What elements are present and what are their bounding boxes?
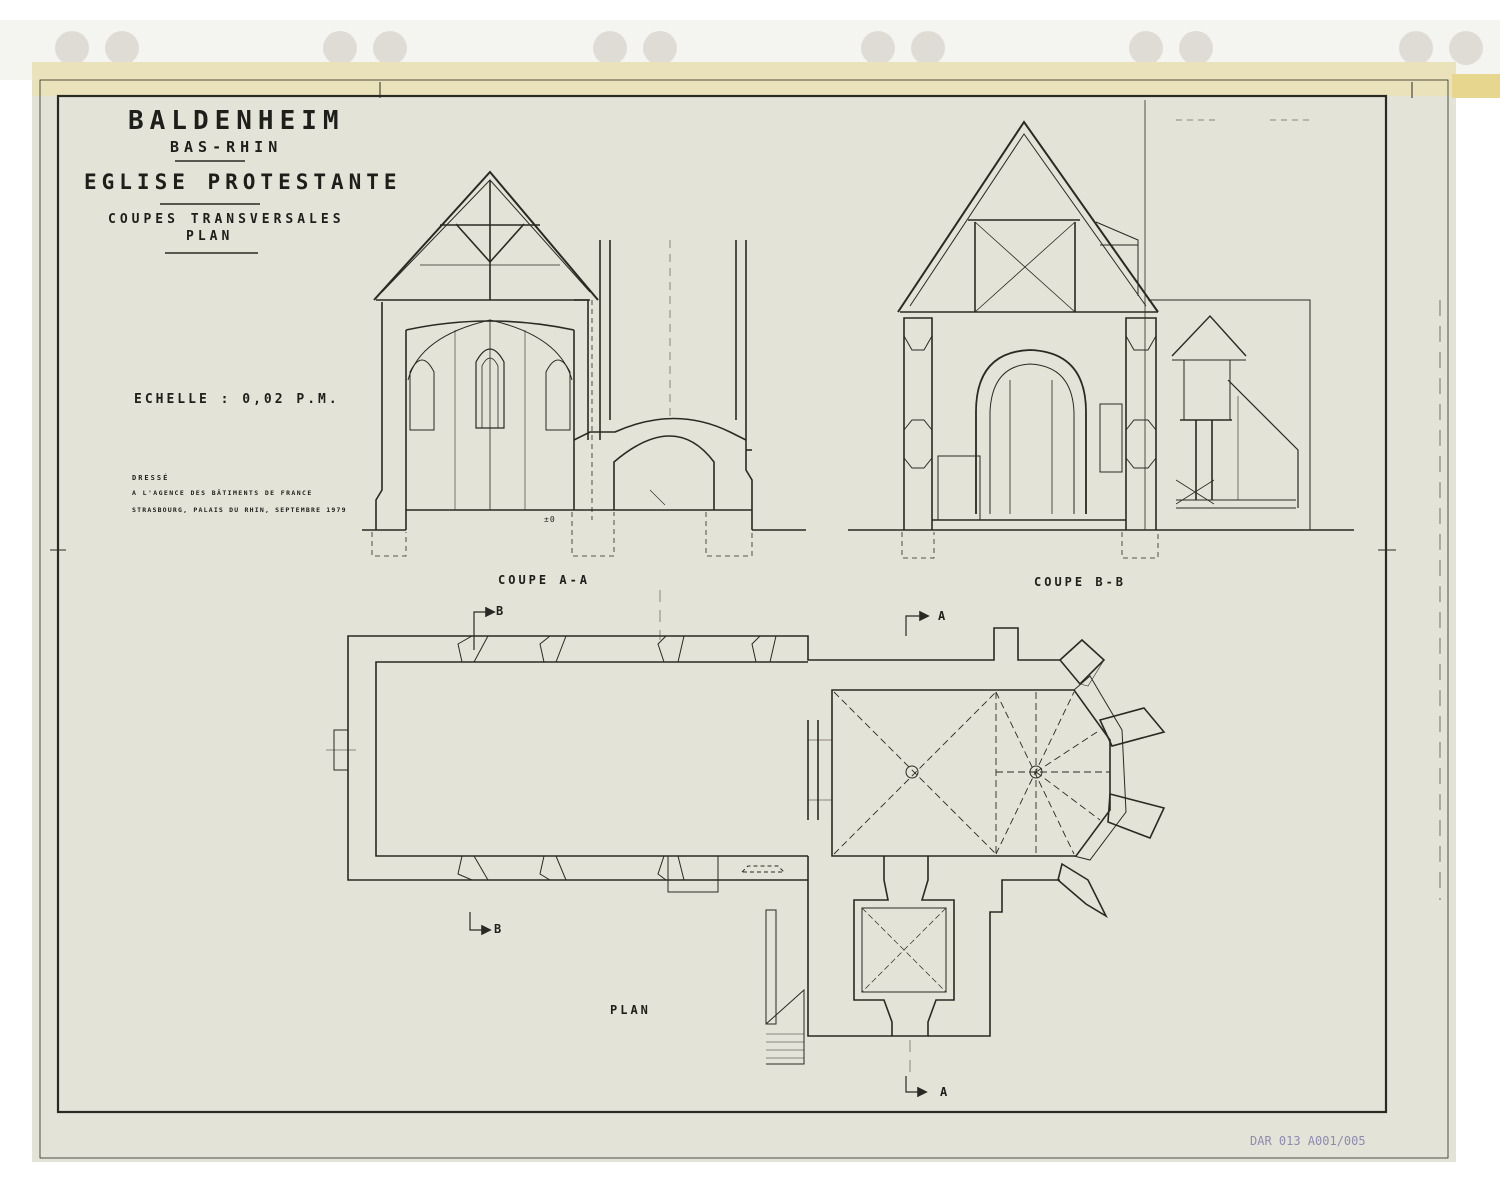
cut-marker-b-bottom: B: [494, 922, 505, 936]
credits-line-3: STRASBOURG, PALAIS DU RHIN, SEPTEMBRE 19…: [132, 506, 347, 514]
tape-strip: [32, 62, 1456, 96]
cut-marker-a-bottom: A: [940, 1085, 951, 1099]
scale-label: ECHELLE : 0,02 P.M.: [134, 392, 340, 407]
building-title: EGLISE PROTESTANTE: [84, 170, 402, 194]
section-aa-label: COUPE A-A: [498, 573, 591, 587]
tape-edge: [1452, 74, 1500, 98]
plan-label: PLAN: [610, 1003, 651, 1017]
subject-label: COUPES TRANSVERSALES: [108, 212, 345, 227]
town-title: BALDENHEIM: [128, 106, 345, 136]
level-mark: ±0: [544, 515, 556, 524]
subject-plan-label: PLAN: [186, 229, 234, 244]
archive-reference: DAR 013 A001/005: [1250, 1134, 1366, 1148]
cut-marker-b-top: B: [496, 604, 507, 618]
credits-line-1: DRESSÉ: [132, 474, 170, 482]
paper: [32, 62, 1456, 1162]
section-bb-label: COUPE B-B: [1034, 575, 1127, 589]
cut-marker-a-top: A: [938, 609, 949, 623]
drawing-sheet: BALDENHEIM BAS-RHIN EGLISE PROTESTANTE C…: [0, 0, 1500, 1176]
department-label: BAS-RHIN: [170, 138, 283, 156]
credits-line-2: A L'AGENCE DES BÂTIMENTS DE FRANCE: [132, 489, 313, 497]
